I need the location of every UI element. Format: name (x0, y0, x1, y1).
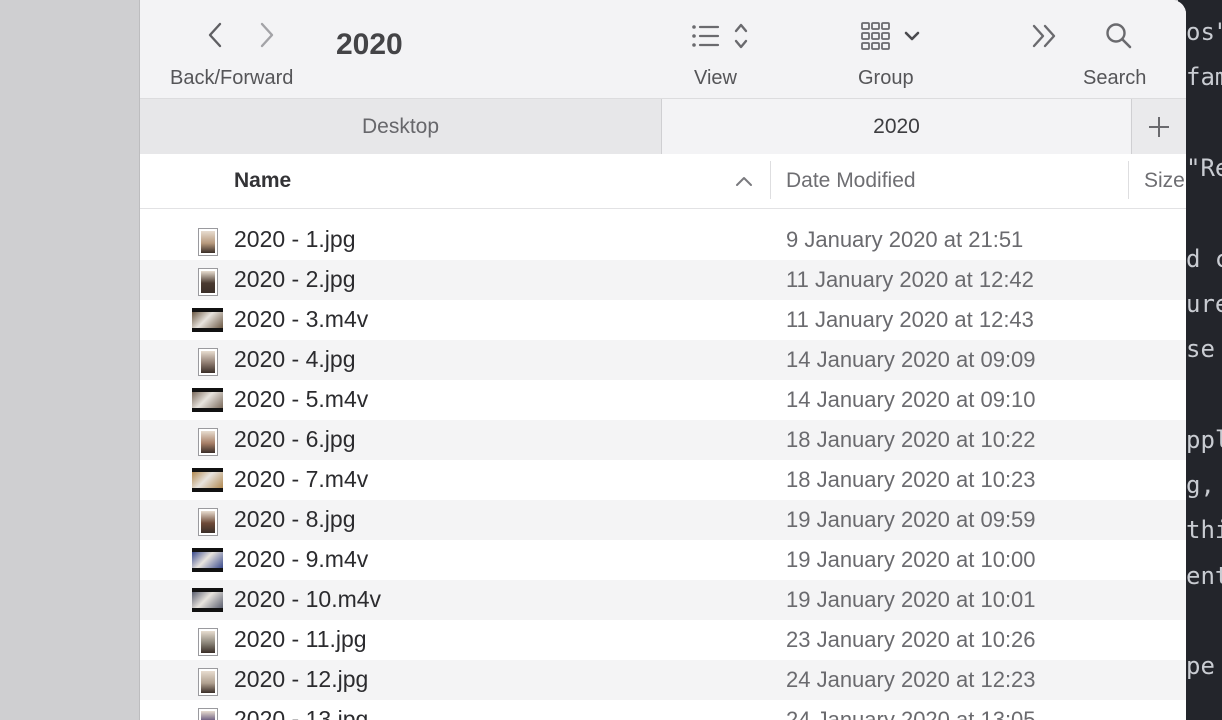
file-date-modified: 19 January 2020 at 10:00 (786, 547, 1036, 572)
column-size-header[interactable]: Size (1144, 169, 1185, 193)
file-name: 2020 - 8.jpg (234, 506, 356, 532)
tab-desktop[interactable]: Desktop (140, 99, 662, 154)
column-separator[interactable] (770, 161, 771, 199)
file-row[interactable]: 2020 - 5.m4v 14 January 2020 at 09:10 (140, 380, 1186, 420)
file-date-modified: 14 January 2020 at 09:10 (786, 387, 1036, 412)
file-name: 2020 - 4.jpg (234, 346, 356, 372)
sort-ascending-icon[interactable] (734, 171, 754, 196)
editor-code-line: ent (1186, 561, 1222, 590)
video-thumbnail-icon (192, 468, 223, 492)
file-name: 2020 - 7.m4v (234, 466, 369, 492)
file-date-modified: 24 January 2020 at 12:23 (786, 667, 1036, 692)
editor-code-line: ppl (1186, 425, 1222, 454)
video-thumbnail-icon (192, 588, 223, 612)
column-separator[interactable] (1128, 161, 1129, 199)
editor-code-line: fam (1186, 63, 1222, 92)
back-icon[interactable] (202, 18, 228, 52)
editor-code-line: os" (1186, 18, 1222, 46)
file-date-modified: 14 January 2020 at 09:09 (786, 347, 1036, 372)
editor-code-line: "Re (1186, 153, 1222, 182)
file-row[interactable]: 2020 - 3.m4v 11 January 2020 at 12:43 (140, 300, 1186, 340)
finder-window: Back/Forward 2020 View Group Search Desk… (140, 0, 1186, 720)
file-date-modified: 11 January 2020 at 12:43 (786, 307, 1034, 332)
file-name: 2020 - 9.m4v (234, 546, 369, 572)
list-view-icon[interactable] (689, 20, 755, 52)
window-title: 2020 (336, 28, 403, 61)
file-row[interactable]: 2020 - 11.jpg 23 January 2020 at 10:26 (140, 620, 1186, 660)
file-name: 2020 - 10.m4v (234, 586, 382, 612)
file-date-modified: 23 January 2020 at 10:26 (786, 627, 1036, 652)
video-thumbnail-icon (192, 548, 223, 572)
tab-2020[interactable]: 2020 (662, 99, 1131, 154)
file-row[interactable]: 2020 - 9.m4v 19 January 2020 at 10:00 (140, 540, 1186, 580)
column-name-header[interactable]: Name (234, 169, 291, 193)
search-icon[interactable] (1102, 20, 1136, 52)
image-thumbnail-icon (198, 628, 218, 656)
file-date-modified: 9 January 2020 at 21:51 (786, 227, 1024, 252)
desktop-background-strip (0, 0, 140, 720)
video-thumbnail-icon (192, 388, 223, 412)
file-date-modified: 19 January 2020 at 10:01 (786, 587, 1036, 612)
group-icon[interactable] (860, 20, 926, 52)
file-row[interactable]: 2020 - 7.m4v 18 January 2020 at 10:23 (140, 460, 1186, 500)
image-thumbnail-icon (198, 668, 218, 696)
editor-code-line: pe (1186, 652, 1215, 681)
file-name: 2020 - 3.m4v (234, 306, 369, 332)
column-header: Name Date Modified Size (140, 155, 1186, 209)
forward-icon[interactable] (254, 18, 280, 52)
column-date-modified-header[interactable]: Date Modified (786, 169, 916, 193)
file-row[interactable]: 2020 - 8.jpg 19 January 2020 at 09:59 (140, 500, 1186, 540)
file-row[interactable]: 2020 - 10.m4v 19 January 2020 at 10:01 (140, 580, 1186, 620)
image-thumbnail-icon (198, 348, 218, 376)
editor-code-line: g, (1186, 471, 1215, 499)
file-row[interactable]: 2020 - 6.jpg 18 January 2020 at 10:22 (140, 420, 1186, 460)
file-list: 2020 - 1.jpg 9 January 2020 at 21:51 2020 … (140, 220, 1186, 720)
editor-code-line: d c (1186, 244, 1222, 273)
file-name: 2020 - 5.m4v (234, 386, 369, 412)
search-label: Search (1083, 67, 1147, 89)
toolbar: Back/Forward 2020 View Group Search (140, 0, 1186, 98)
tab-bar: Desktop 2020 (140, 98, 1186, 154)
plus-icon (1149, 116, 1169, 137)
file-row[interactable]: 2020 - 4.jpg 14 January 2020 at 09:09 (140, 340, 1186, 380)
file-row[interactable]: 2020 - 12.jpg 24 January 2020 at 12:23 (140, 660, 1186, 700)
editor-code-line: se (1186, 335, 1215, 364)
file-name: 2020 - 13.jpg (234, 706, 369, 720)
file-row[interactable]: 2020 - 13.jpg 24 January 2020 at 13:05 (140, 700, 1186, 720)
file-date-modified: 18 January 2020 at 10:23 (786, 467, 1036, 492)
image-thumbnail-icon (198, 268, 218, 296)
file-name: 2020 - 12.jpg (234, 666, 369, 692)
file-name: 2020 - 11.jpg (234, 626, 367, 652)
file-row[interactable]: 2020 - 1.jpg 9 January 2020 at 21:51 (140, 220, 1186, 260)
file-date-modified: 18 January 2020 at 10:22 (786, 427, 1036, 452)
editor-code-line: thi (1186, 516, 1222, 545)
view-label: View (694, 67, 737, 89)
more-tools-icon[interactable] (1028, 20, 1062, 52)
file-name: 2020 - 1.jpg (234, 226, 356, 252)
group-label: Group (858, 67, 914, 89)
file-date-modified: 24 January 2020 at 13:05 (786, 707, 1036, 720)
image-thumbnail-icon (198, 708, 218, 720)
image-thumbnail-icon (198, 228, 218, 256)
video-thumbnail-icon (192, 308, 223, 332)
editor-code-line: ure (1186, 289, 1222, 318)
image-thumbnail-icon (198, 428, 218, 456)
file-row[interactable]: 2020 - 2.jpg 11 January 2020 at 12:42 (140, 260, 1186, 300)
file-name: 2020 - 6.jpg (234, 426, 356, 452)
back-forward-label: Back/Forward (170, 67, 294, 89)
file-name: 2020 - 2.jpg (234, 266, 356, 292)
new-tab-button[interactable] (1131, 99, 1186, 154)
image-thumbnail-icon (198, 508, 218, 536)
file-date-modified: 19 January 2020 at 09:59 (786, 507, 1036, 532)
file-date-modified: 11 January 2020 at 12:42 (786, 267, 1034, 292)
